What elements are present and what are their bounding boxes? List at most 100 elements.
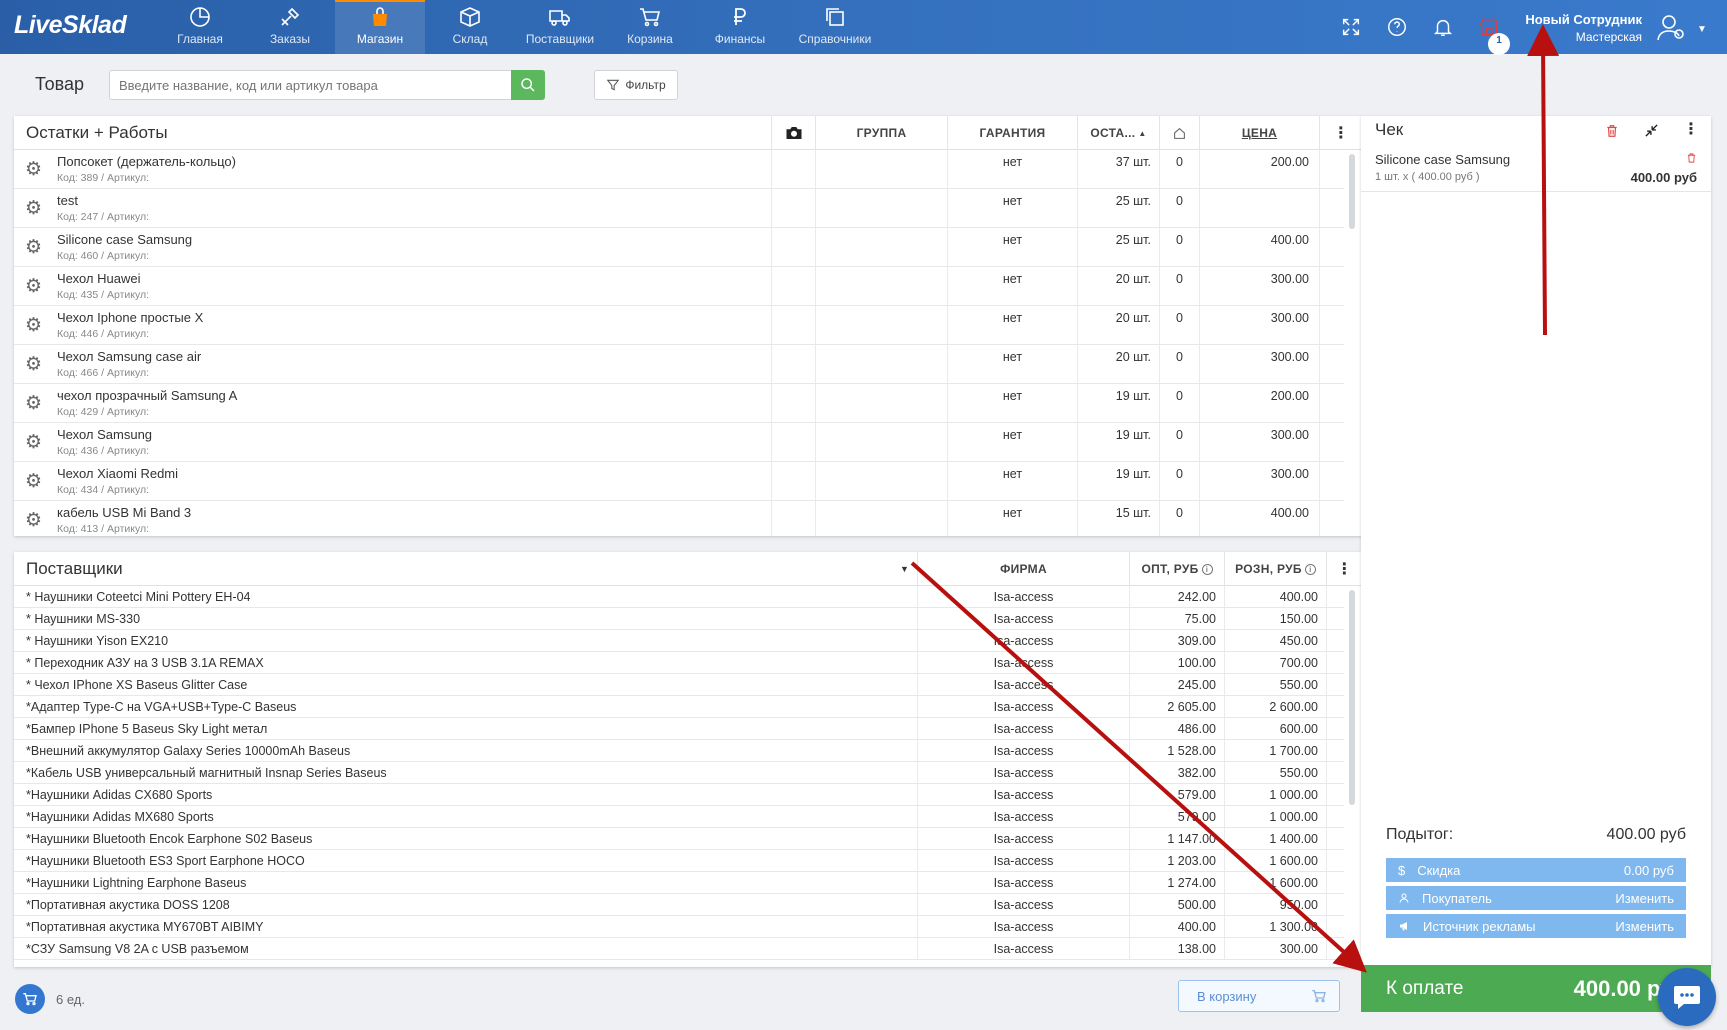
app-logo[interactable]: LiveSklad [14, 11, 127, 40]
stock-scrollbar[interactable] [1349, 154, 1355, 229]
nav-warehouse[interactable]: Склад [425, 0, 515, 54]
supplier-row[interactable]: *Портативная акустика DOSS 1208 Isa-acces… [14, 894, 1344, 916]
ad-source-label: Источник рекламы [1423, 918, 1536, 934]
gear-icon[interactable]: ⚙ [25, 355, 42, 374]
warranty-cell: нет [947, 345, 1077, 383]
more-vertical-icon[interactable]: ⋮ [1683, 119, 1699, 139]
firm-cell: Isa-access [917, 696, 1129, 717]
supplier-row[interactable]: * Наушники Coteetci Mini Pottery EH-04 Is… [14, 586, 1344, 608]
caret-down-icon[interactable]: ▼ [900, 564, 909, 574]
gear-icon[interactable]: ⚙ [25, 277, 42, 296]
col-warranty[interactable]: ГАРАНТИЯ [947, 116, 1077, 150]
gear-icon[interactable]: ⚙ [25, 511, 42, 530]
stock-row[interactable]: ⚙ чехол прозрачный Samsung A Код: 429 / Ар… [14, 384, 1344, 423]
col-shop[interactable] [1159, 116, 1199, 150]
help-icon[interactable] [1386, 16, 1408, 38]
nav-orders[interactable]: Заказы [245, 0, 335, 54]
stock-qty-cell: 19 шт. [1077, 384, 1159, 422]
stock-row[interactable]: ⚙ Чехол Huawei Код: 435 / Артикул: нет 20 шт… [14, 267, 1344, 306]
photo-column[interactable] [771, 116, 815, 150]
supplier-row[interactable]: *Наушники Lightning Earphone Baseus Isa-a… [14, 872, 1344, 894]
supplier-item-name: * Наушники Coteetci Mini Pottery EH-04 [26, 590, 251, 604]
supplier-item-name: *Наушники Adidas MX680 Sports [26, 810, 214, 824]
store-notification-icon[interactable]: 1 [1478, 16, 1510, 55]
suppliers-scrollbar[interactable] [1349, 590, 1355, 805]
suppliers-panel: Поставщики ▼ ФИРМА ОПТ, РУБ i РОЗН, РУБ i … [14, 552, 1362, 967]
stock-row[interactable]: ⚙ Чехол Samsung Код: 436 / Артикул: нет 19 ш… [14, 423, 1344, 462]
col-price[interactable]: ЦЕНА [1199, 116, 1319, 150]
discount-button[interactable]: $ Скидка 0.00 руб [1386, 858, 1686, 882]
col-firm[interactable]: ФИРМА [917, 552, 1129, 586]
stock-row[interactable]: ⚙ Чехол Xiaomi Redmi Код: 434 / Артикул: не… [14, 462, 1344, 501]
user-settings-icon[interactable] [1655, 12, 1687, 42]
chat-button[interactable] [1658, 968, 1716, 1026]
gear-icon[interactable]: ⚙ [25, 199, 42, 218]
supplier-row[interactable]: * Чехол IPhone XS Baseus Glitter Case Isa… [14, 674, 1344, 696]
supplier-row[interactable]: *Наушники Bluetooth ES3 Sport Earphone H… [14, 850, 1344, 872]
col-group[interactable]: ГРУППА [815, 116, 947, 150]
supplier-row[interactable]: * Наушники Yison EX210 Isa-access 309.00 45… [14, 630, 1344, 652]
trash-icon[interactable] [1686, 152, 1697, 164]
chevron-down-icon[interactable]: ▼ [1697, 24, 1707, 35]
cart-icon [640, 8, 661, 27]
product-search [109, 70, 545, 100]
firm-cell: Isa-access [917, 784, 1129, 805]
gear-icon[interactable]: ⚙ [25, 472, 42, 491]
suppliers-menu-button[interactable]: ⋮ [1326, 552, 1362, 586]
col-stock[interactable]: ОСТА... ▲ [1077, 116, 1159, 150]
supplier-row[interactable]: * Переходник АЗУ на 3 USB 3.1A REMAX Isa-… [14, 652, 1344, 674]
cart-summary-button[interactable] [15, 984, 45, 1014]
supplier-row[interactable]: * Наушники MS-330 Isa-access 75.00 150.00 [14, 608, 1344, 630]
supplier-row[interactable]: *Внешний аккумулятор Galaxy Series 10000… [14, 740, 1344, 762]
warranty-cell: нет [947, 384, 1077, 422]
stock-row[interactable]: ⚙ Чехол Iphone простые X Код: 446 / Артику… [14, 306, 1344, 345]
stock-row[interactable]: ⚙ Попсокет (держатель-кольцо) Код: 389 / А… [14, 150, 1344, 189]
gear-icon[interactable]: ⚙ [25, 316, 42, 335]
nav-directories[interactable]: Справочники [785, 0, 885, 54]
stock-row[interactable]: ⚙ Чехол Samsung case air Код: 466 / Артику… [14, 345, 1344, 384]
collapse-icon[interactable] [1644, 123, 1659, 138]
supplier-row[interactable]: *Бампер IPhone 5 Baseus Sky Light метал I… [14, 718, 1344, 740]
gear-icon[interactable]: ⚙ [25, 433, 42, 452]
supplier-row[interactable]: *Наушники Adidas CX680 Sports Isa-access 5… [14, 784, 1344, 806]
gear-icon[interactable]: ⚙ [25, 238, 42, 257]
retail-cell: 450.00 [1224, 630, 1326, 651]
warranty-cell: нет [947, 267, 1077, 305]
group-cell [815, 267, 947, 305]
stock-row[interactable]: ⚙ test Код: 247 / Артикул: нет 25 шт. 0 [14, 189, 1344, 228]
buyer-button[interactable]: Покупатель Изменить [1386, 886, 1686, 910]
stock-row[interactable]: ⚙ кабель USB Mi Band 3 Код: 413 / Артикул:… [14, 501, 1344, 536]
bell-icon[interactable] [1432, 16, 1454, 38]
col-retail[interactable]: РОЗН, РУБ i [1224, 552, 1326, 586]
supplier-row[interactable]: *СЗУ Samsung V8 2A с USB разъемом Isa-acc… [14, 938, 1344, 960]
trash-icon[interactable] [1605, 123, 1619, 139]
stock-row[interactable]: ⚙ Silicone case Samsung Код: 460 / Артикул… [14, 228, 1344, 267]
nav-shop[interactable]: Магазин [335, 0, 425, 54]
supplier-row[interactable]: *Адаптер Type-C на VGA+USB+Type-C Baseus… [14, 696, 1344, 718]
nav-finance[interactable]: Финансы [695, 0, 785, 54]
firm-cell: Isa-access [917, 894, 1129, 915]
gear-icon[interactable]: ⚙ [25, 394, 42, 413]
row-end-cell [1326, 828, 1344, 849]
group-cell [815, 501, 947, 536]
supplier-row[interactable]: *Кабель USB универсальный магнитный Insn… [14, 762, 1344, 784]
col-wholesale[interactable]: ОПТ, РУБ i [1129, 552, 1224, 586]
dollar-icon: $ [1398, 862, 1406, 878]
supplier-row[interactable]: *Наушники Bluetooth Encok Earphone S02 B… [14, 828, 1344, 850]
user-info[interactable]: Новый Сотрудник Мастерская [1520, 12, 1642, 44]
stock-menu-button[interactable]: ⋮ [1319, 116, 1362, 150]
nav-suppliers[interactable]: Поставщики [515, 0, 605, 54]
supplier-row[interactable]: *Портативная акустика MY670BT AIBIMY Isa-… [14, 916, 1344, 938]
gear-icon[interactable]: ⚙ [25, 160, 42, 179]
fullscreen-icon[interactable] [1340, 16, 1362, 38]
filter-button[interactable]: Фильтр [594, 70, 678, 100]
add-to-cart-button[interactable]: В корзину [1178, 980, 1340, 1012]
chart-pie-icon [190, 7, 210, 27]
search-button[interactable] [511, 70, 545, 100]
ad-source-button[interactable]: Источник рекламы Изменить [1386, 914, 1686, 938]
search-input[interactable] [110, 71, 510, 99]
nav-cart[interactable]: Корзина [605, 0, 695, 54]
nav-home[interactable]: Главная [155, 0, 245, 54]
supplier-row[interactable]: *Наушники Adidas MX680 Sports Isa-access 5… [14, 806, 1344, 828]
retail-cell: 150.00 [1224, 608, 1326, 629]
